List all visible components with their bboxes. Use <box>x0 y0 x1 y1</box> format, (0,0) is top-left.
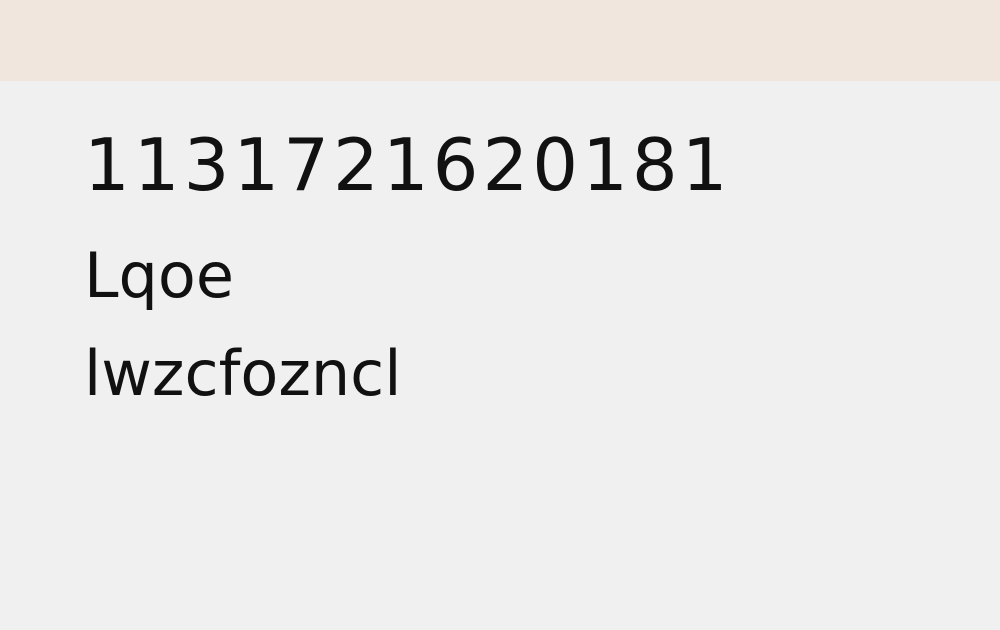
top-bar <box>0 0 1000 81</box>
second-word-text: lwzcfozncl <box>84 337 402 410</box>
main-content: 1131721620181 Lqoe lwzcfozncl <box>0 81 1000 630</box>
first-word-text: Lqoe <box>84 239 234 312</box>
number-text: 1131721620181 <box>84 123 732 207</box>
